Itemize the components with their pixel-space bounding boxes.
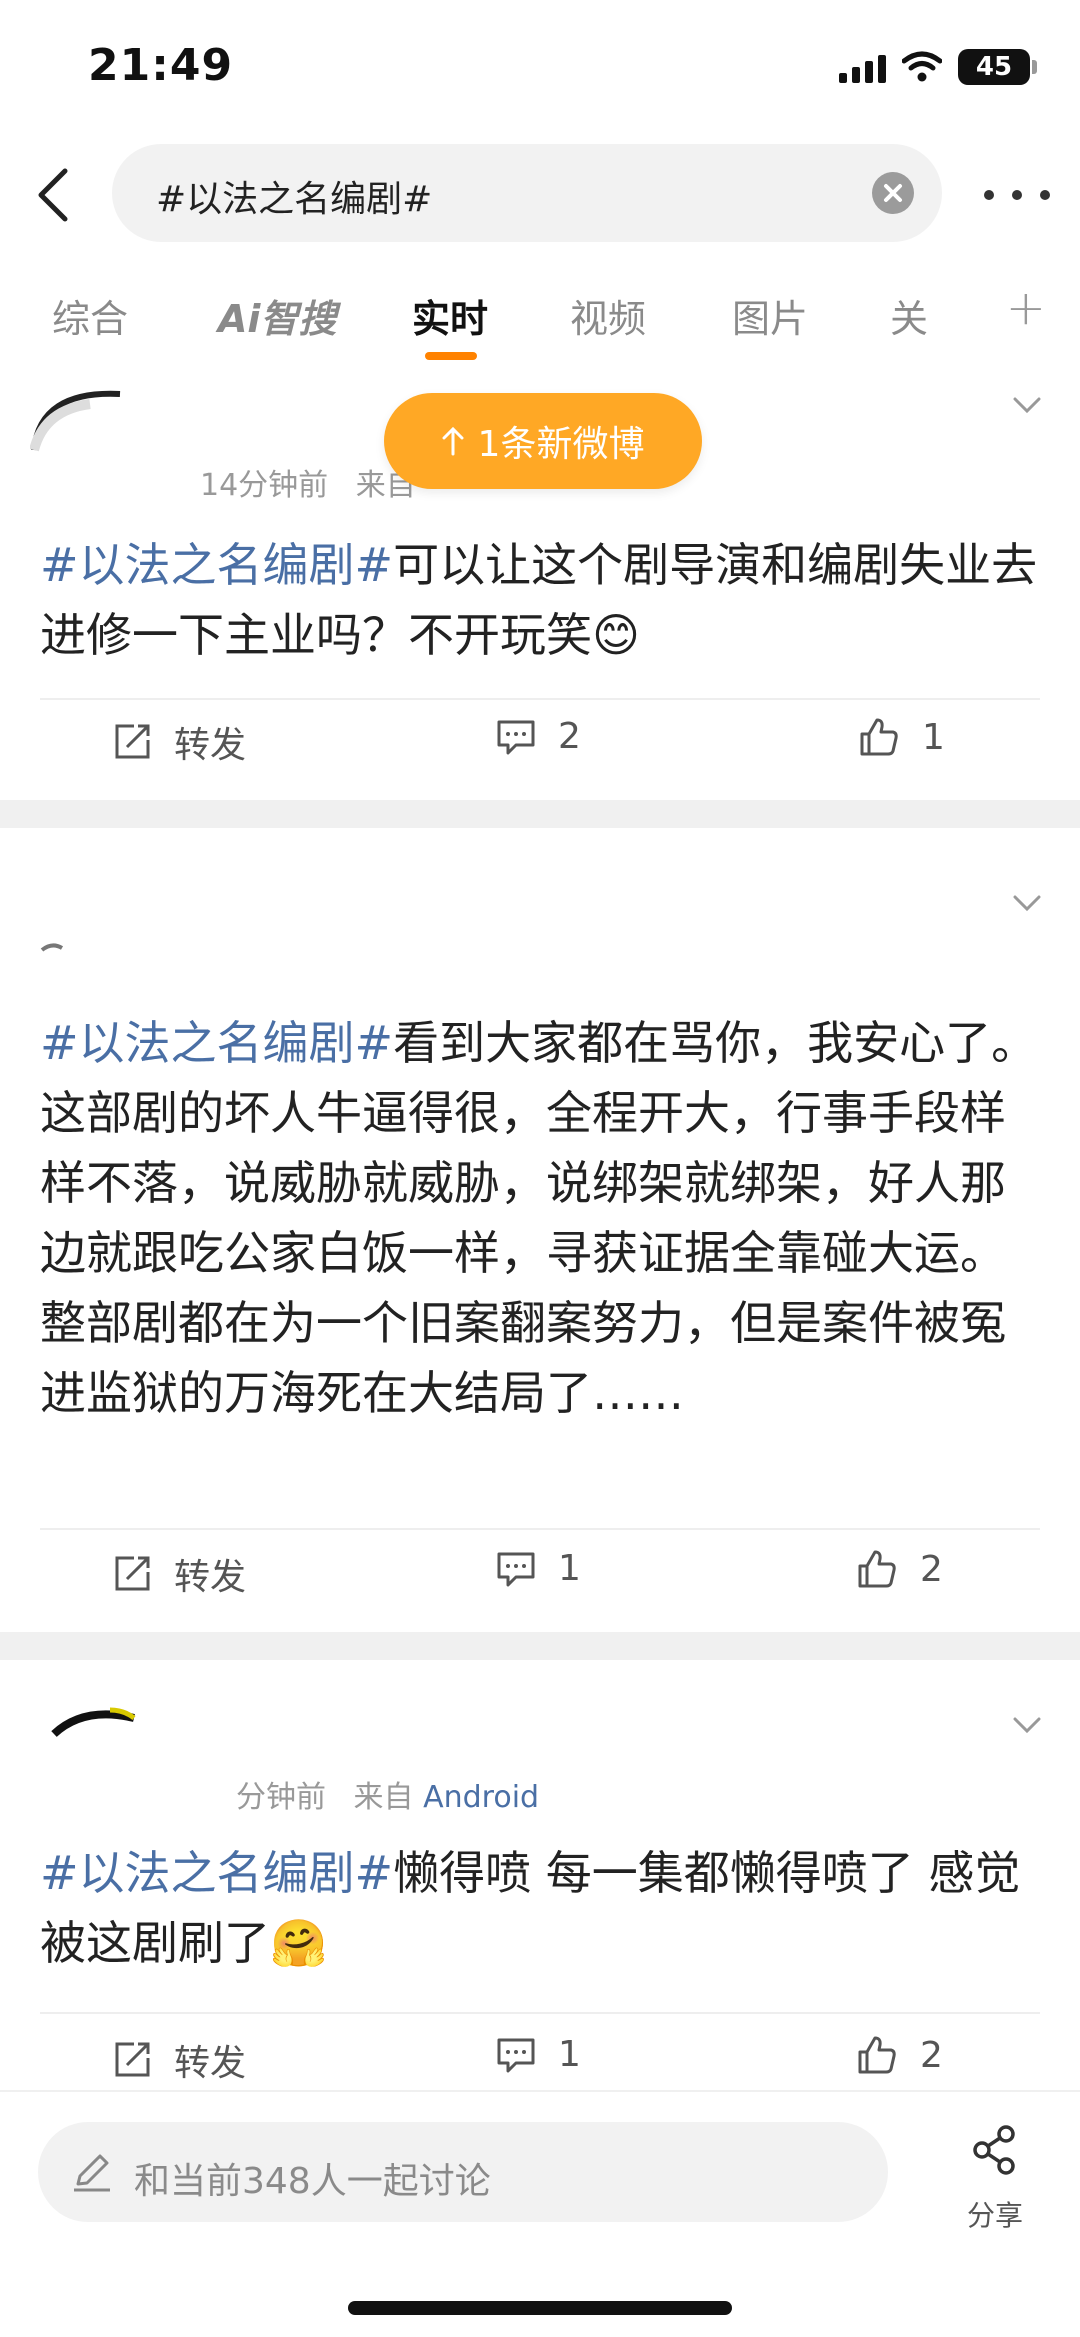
post-time: 14分钟前 [200, 468, 329, 503]
post-actions: 转发 1 2 [0, 2034, 1080, 2094]
status-bar: 21:49 45 [0, 0, 1080, 130]
post-from: 来自 [353, 1780, 414, 1815]
more-options-button[interactable] [984, 170, 1050, 220]
post-actions: 转发 2 1 [0, 716, 1080, 776]
repost-icon [115, 724, 150, 759]
battery-icon: 45 [958, 49, 1037, 85]
comment-icon [497, 720, 535, 754]
chevron-down-icon[interactable] [1012, 1710, 1042, 1740]
divider [40, 1528, 1040, 1530]
tab-bar: 综合 Ai智搜 实时 视频 图片 关 + [0, 270, 1080, 370]
comment-count: 1 [558, 2034, 581, 2075]
post-content: 看到大家都在骂你，我安心了。这部剧的坏人牛逼得很，全程开大，行事手段样样不落，说… [40, 1016, 1038, 1420]
tab-video[interactable]: 视频 [570, 288, 646, 343]
hashtag-link[interactable]: #以法之名编剧# [40, 1016, 393, 1070]
new-posts-button[interactable]: 1条新微博 [384, 393, 702, 489]
clear-search-button[interactable] [872, 172, 914, 214]
wifi-icon [902, 51, 942, 82]
post-text: #以法之名编剧#看到大家都在骂你，我安心了。这部剧的坏人牛逼得很，全程开大，行事… [40, 1008, 1040, 1428]
home-indicator [348, 2301, 732, 2315]
divider [40, 698, 1040, 700]
comment-count: 2 [558, 716, 581, 757]
section-gap [0, 1632, 1080, 1660]
post-text: #以法之名编剧#懒得喷 每一集都懒得喷了 感觉被这剧刷了🤗 [40, 1838, 1040, 1978]
repost-label: 转发 [174, 2043, 247, 2084]
comment-button[interactable]: 2 [496, 716, 581, 757]
thumbs-up-icon [860, 718, 898, 756]
section-gap [0, 800, 1080, 828]
comment-button[interactable]: 1 [496, 1548, 581, 1589]
hashtag-link[interactable]: #以法之名编剧# [40, 538, 393, 592]
hashtag-link[interactable]: #以法之名编剧# [40, 1846, 393, 1900]
thumbs-up-icon [858, 2036, 896, 2074]
comment-button[interactable]: 1 [496, 2034, 581, 2075]
search-query: #以法之名编剧# [156, 179, 433, 220]
like-count: 2 [920, 2034, 943, 2076]
chevron-down-icon[interactable] [1012, 390, 1042, 420]
arrow-up-icon [442, 426, 464, 456]
comment-icon [497, 1552, 535, 1586]
repost-button[interactable]: 转发 [112, 2034, 246, 2086]
back-button[interactable] [22, 160, 82, 230]
avatar[interactable] [40, 940, 80, 954]
comment-icon [497, 2038, 535, 2072]
post-actions: 转发 1 2 [0, 1548, 1080, 1608]
tab-images[interactable]: 图片 [732, 288, 808, 343]
like-button[interactable]: 2 [856, 2034, 943, 2076]
battery-level: 45 [975, 52, 1013, 82]
post-time: 分钟前 [236, 1780, 326, 1815]
close-icon [884, 184, 902, 202]
pencil-icon [74, 2154, 110, 2192]
thumbs-up-icon [858, 1550, 896, 1588]
bottom-bar: 和当前348人一起讨论 分享 [0, 2090, 1080, 2337]
active-tab-indicator [425, 352, 477, 360]
search-header: #以法之名编剧# [0, 140, 1080, 250]
avatar[interactable] [50, 1700, 140, 1740]
chevron-left-icon [38, 168, 68, 222]
tab-follow[interactable]: 关 [890, 288, 928, 343]
search-input[interactable]: #以法之名编剧# [112, 144, 942, 242]
tab-comprehensive[interactable]: 综合 [52, 288, 128, 343]
like-button[interactable]: 2 [856, 1548, 943, 1590]
post-card: 分钟前 来自 Android #以法之名编剧#懒得喷 每一集都懒得喷了 感觉被这… [0, 1660, 1080, 2090]
comment-count: 1 [558, 1548, 581, 1589]
discussion-placeholder: 和当前348人一起讨论 [134, 2161, 491, 2202]
discussion-input[interactable]: 和当前348人一起讨论 [38, 2122, 888, 2222]
repost-icon [115, 2042, 150, 2077]
repost-label: 转发 [174, 1557, 247, 1598]
share-button[interactable]: 分享 [950, 2118, 1040, 2232]
like-button[interactable]: 1 [858, 716, 945, 758]
new-posts-label: 1条新微博 [477, 424, 645, 465]
post-meta: 14分钟前 来自 [200, 460, 416, 504]
tab-ai-search[interactable]: Ai智搜 [218, 288, 336, 343]
repost-button[interactable]: 转发 [112, 716, 246, 768]
post-text: #以法之名编剧#可以让这个剧导演和编剧失业去进修一下主业吗？不开玩笑😊 [40, 530, 1040, 670]
share-label: 分享 [966, 2199, 1023, 2232]
add-tab-button[interactable]: + [1006, 280, 1046, 336]
signal-icon [839, 51, 886, 83]
like-count: 1 [922, 716, 945, 758]
share-icon [973, 2125, 1015, 2175]
like-count: 2 [920, 1548, 943, 1590]
repost-label: 转发 [174, 725, 247, 766]
repost-button[interactable]: 转发 [112, 1548, 246, 1600]
status-time: 21:49 [88, 40, 234, 91]
avatar[interactable] [30, 380, 130, 460]
divider [40, 2012, 1040, 2014]
chevron-down-icon[interactable] [1012, 888, 1042, 918]
repost-icon [115, 1556, 150, 1591]
status-icons: 45 [839, 46, 1037, 88]
post-meta: 分钟前 来自 Android [236, 1772, 539, 1816]
post-source[interactable]: Android [423, 1780, 539, 1815]
post-card: #以法之名编剧#看到大家都在骂你，我安心了。这部剧的坏人牛逼得很，全程开大，行事… [0, 828, 1080, 1633]
tab-realtime[interactable]: 实时 [412, 288, 488, 343]
